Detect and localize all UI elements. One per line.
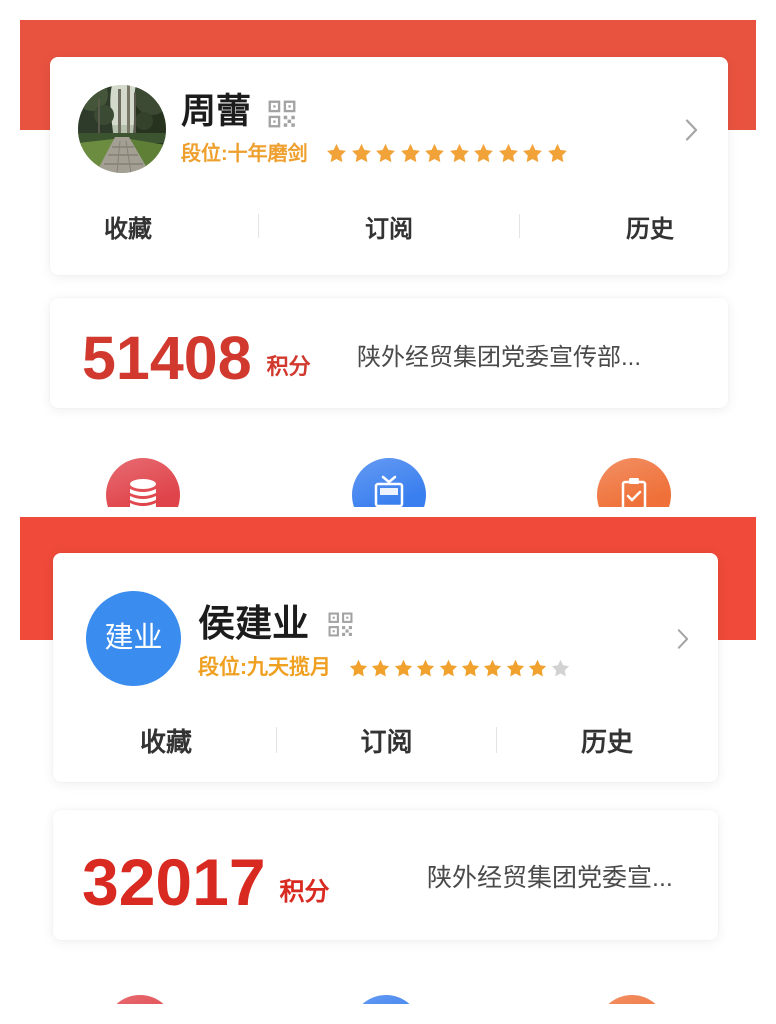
organization-name: 陕外经贸集团党委宣传部... [357,344,642,371]
star-filled-icon [498,143,518,163]
user-name: 周蕾 [181,92,252,131]
user-avatar[interactable]: 建业 [86,591,181,686]
coins-icon [130,479,156,507]
tab-subscriptions[interactable]: 订阅 [365,209,413,244]
star-filled-icon [523,143,542,163]
star-filled-icon [484,659,502,677]
star-filled-icon [506,659,524,677]
shortcut-gift[interactable] [352,458,426,507]
rank-label: 段位:九天揽月 [198,656,331,679]
shortcut-clipboard[interactable] [597,995,667,1004]
profile-screen: 周蕾 段位:十年磨剑 收藏 订阅 历史 51408 积分 陕外经贸集团党委宣传部… [20,20,756,507]
points-score: 32017 积分 [82,849,330,915]
points-card[interactable]: 51408 积分 陕外经贸集团党委宣传部... [50,298,728,408]
star-filled-icon [372,659,390,677]
qr-code-icon[interactable] [268,100,296,128]
shortcut-gift[interactable] [351,995,421,1004]
star-filled-icon [474,143,493,163]
clipboard-icon [621,478,647,507]
shortcut-clipboard[interactable] [597,458,671,507]
gift-icon [374,475,404,507]
user-name: 侯建业 [198,603,309,644]
rank-stars [325,142,569,165]
qr-code-icon[interactable] [328,612,353,637]
star-filled-icon [417,659,435,677]
rank-stars [348,658,571,679]
rank-label: 段位:十年磨剑 [181,143,308,165]
gift-icon [351,995,421,1004]
tab-favorites[interactable]: 收藏 [140,722,192,759]
shortcut-coins[interactable] [106,458,180,507]
star-filled-icon [327,143,346,163]
points-value: 32017 [82,845,266,919]
tab-divider [258,214,259,238]
profile-card: 周蕾 段位:十年磨剑 收藏 订阅 历史 [50,57,728,275]
points-unit: 积分 [279,878,330,906]
organization-name: 陕外经贸集团党委宣... [427,864,673,892]
tab-history[interactable]: 历史 [626,209,674,244]
star-filled-icon [349,659,368,677]
avatar-initials: 建业 [104,622,163,654]
tab-subscriptions[interactable]: 订阅 [360,722,412,759]
points-value: 51408 [82,324,252,392]
star-filled-icon [547,143,567,163]
chevron-right-icon[interactable] [676,628,690,650]
user-photo-icon [78,85,166,173]
tab-divider [519,214,520,238]
tab-history[interactable]: 历史 [581,722,633,759]
coins-icon [105,995,175,1004]
tab-divider [275,727,277,753]
star-filled-icon [351,143,371,163]
points-score: 51408 积分 [82,328,311,389]
star-filled-icon [529,659,547,677]
tab-favorites[interactable]: 收藏 [104,209,152,244]
shortcut-coins[interactable] [105,995,175,1004]
profile-tabs: 收藏 订阅 历史 [53,723,718,757]
star-filled-icon [461,659,480,677]
star-filled-icon [425,143,444,163]
profile-tabs: 收藏 订阅 历史 [50,209,728,244]
points-unit: 积分 [266,354,311,379]
user-avatar[interactable] [78,85,166,173]
profile-screen: 建业 侯建业 段位:九天揽月 收藏 订阅 历史 32017 积分 陕外经贸集团党… [20,517,756,1004]
star-filled-icon [400,143,420,163]
points-card[interactable]: 32017 积分 陕外经贸集团党委宣... [53,810,718,940]
star-empty-icon [551,659,569,677]
chevron-right-icon[interactable] [684,118,699,142]
star-filled-icon [376,143,395,163]
clipboard-icon [597,995,667,1004]
profile-card: 建业 侯建业 段位:九天揽月 收藏 订阅 历史 [53,553,718,782]
star-filled-icon [449,143,469,163]
star-filled-icon [394,659,412,677]
star-filled-icon [439,659,457,677]
tab-divider [496,727,498,753]
